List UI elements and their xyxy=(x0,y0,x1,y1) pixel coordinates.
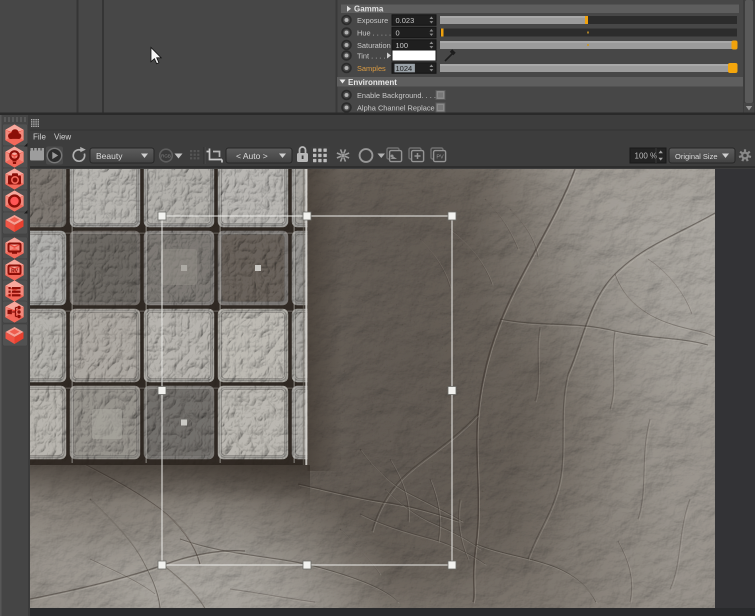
svg-text:Original Size: Original Size xyxy=(675,152,718,161)
svg-text:0: 0 xyxy=(396,29,400,38)
svg-text:View: View xyxy=(54,133,71,142)
svg-text:RV: RV xyxy=(11,268,19,274)
svg-text:File: File xyxy=(33,133,46,142)
svg-text:Saturation: Saturation xyxy=(357,41,391,50)
svg-text:Tint . . . .: Tint . . . . xyxy=(357,52,385,61)
svg-text:Environment: Environment xyxy=(348,78,397,87)
svg-text:0.023: 0.023 xyxy=(396,16,415,25)
svg-text:Beauty: Beauty xyxy=(96,151,123,161)
svg-text:RGB: RGB xyxy=(161,154,171,159)
svg-text:Enable Background. . . .: Enable Background. . . . xyxy=(357,91,436,100)
svg-text:1024: 1024 xyxy=(396,64,413,73)
svg-text:100: 100 xyxy=(396,41,409,50)
svg-text:< Auto >: < Auto > xyxy=(236,151,268,161)
svg-text:PV: PV xyxy=(436,155,444,161)
svg-text:Alpha Channel Replace: Alpha Channel Replace xyxy=(357,104,435,113)
svg-text:Samples: Samples xyxy=(357,64,386,73)
svg-text:Gamma: Gamma xyxy=(354,5,384,14)
svg-text:Hue . . . . .: Hue . . . . . xyxy=(357,29,391,38)
svg-text:100 %: 100 % xyxy=(635,152,658,161)
svg-text:Exposure: Exposure xyxy=(357,16,388,25)
